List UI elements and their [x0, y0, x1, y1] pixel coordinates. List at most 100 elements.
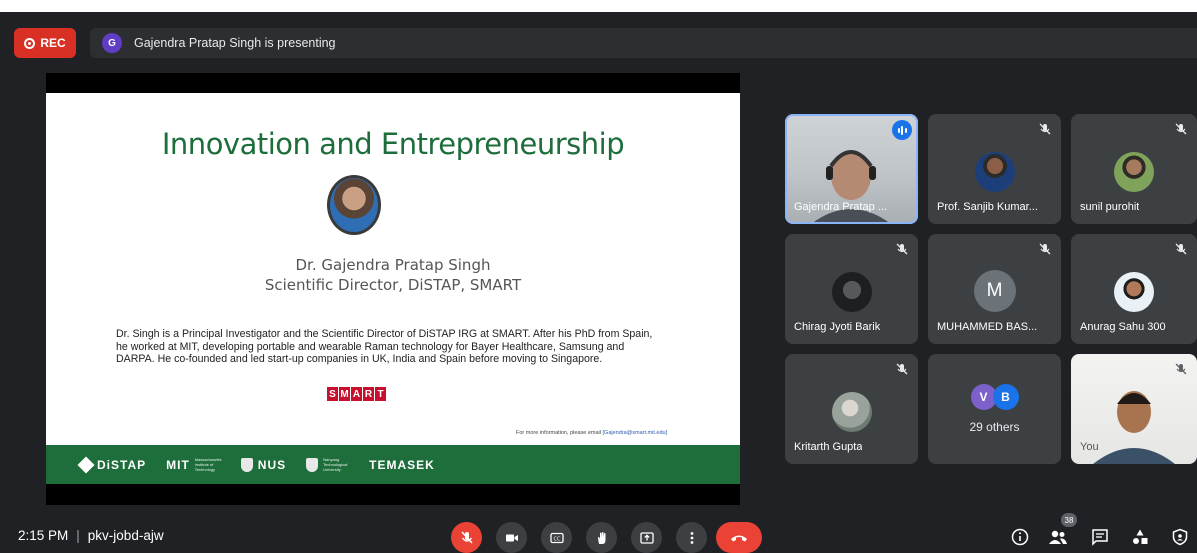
speaker-name: Dr. Gajendra Pratap Singh — [295, 256, 491, 274]
contact-email: [Gajendra@smart.mit.edu] — [602, 430, 668, 436]
participant-name: Kritarth Gupta — [794, 441, 863, 453]
present-icon — [639, 531, 654, 544]
participant-tile-anurag[interactable]: Anurag Sahu 300 — [1071, 234, 1197, 344]
smart-logo: S M A R T — [327, 387, 386, 401]
others-count-label: 29 others — [969, 420, 1020, 434]
record-icon — [24, 37, 36, 49]
contact-note: For more information, please email [Gaje… — [516, 430, 667, 436]
smart-logo-letter: R — [363, 387, 374, 401]
leave-call-button[interactable] — [716, 522, 762, 553]
camera-icon — [505, 534, 518, 541]
ntu-crest-icon — [306, 457, 319, 472]
participant-avatar — [831, 392, 872, 432]
nus-crest-icon — [240, 457, 253, 472]
mit-label: MIT — [166, 457, 190, 472]
participant-name: Chirag Jyoti Barik — [794, 321, 881, 333]
captions-icon: CC — [549, 532, 564, 543]
smart-logo-letter: T — [375, 387, 386, 401]
top-edge — [0, 0, 1197, 12]
more-options-icon — [690, 531, 693, 544]
host-controls-icon — [1172, 528, 1188, 546]
distap-logo: DiSTAP — [77, 456, 147, 473]
meeting-info: 2:15 PM | pkv-jobd-ajw — [18, 528, 164, 543]
svg-text:CC: CC — [553, 536, 560, 542]
recording-badge[interactable]: REC — [14, 28, 76, 58]
more-options-button[interactable] — [676, 522, 707, 553]
participant-tile-chirag[interactable]: Chirag Jyoti Barik — [785, 234, 918, 344]
partner-logo-strip: DiSTAP MIT Massachusetts Institute of Te… — [46, 445, 740, 484]
speaker-photo — [327, 175, 381, 235]
current-time: 2:15 PM — [18, 528, 69, 543]
info-separator: | — [76, 528, 80, 543]
mic-off-icon — [896, 243, 908, 255]
speaker-bio: Dr. Singh is a Principal Investigator an… — [116, 328, 653, 366]
mit-logo: MIT Massachusetts Institute of Technolog… — [166, 457, 221, 472]
meeting-code: pkv-jobd-ajw — [87, 528, 164, 543]
participant-name: sunil purohit — [1080, 201, 1140, 213]
presenter-avatar: G — [102, 33, 122, 53]
speaking-indicator-icon — [892, 120, 912, 140]
chat-button[interactable] — [1090, 527, 1110, 547]
mic-off-icon — [460, 530, 473, 544]
presenting-text: Gajendra Pratap Singh is presenting — [134, 36, 336, 50]
participant-tile-sanjib[interactable]: Prof. Sanjib Kumar... — [928, 114, 1061, 224]
people-count-badge: 38 — [1061, 513, 1077, 527]
present-now-button[interactable] — [631, 522, 662, 553]
raise-hand-button[interactable] — [586, 522, 617, 553]
meeting-details-button[interactable] — [1010, 527, 1030, 547]
temasek-label: TEMASEK — [369, 457, 435, 472]
participant-name: Anurag Sahu 300 — [1080, 321, 1166, 333]
participant-tile-others[interactable]: V B 29 others — [928, 354, 1061, 464]
captions-button[interactable]: CC — [541, 522, 572, 553]
mic-off-icon — [1039, 243, 1051, 255]
participant-avatar — [831, 272, 872, 312]
smart-logo-letter: A — [351, 387, 362, 401]
distap-diamond-icon — [77, 456, 95, 473]
smart-logo-letter: M — [339, 387, 350, 401]
participant-name: Prof. Sanjib Kumar... — [937, 201, 1038, 213]
mic-off-icon — [1039, 123, 1051, 135]
contact-prefix: For more information, please email — [516, 430, 601, 436]
mic-toggle-button[interactable] — [451, 522, 482, 553]
participant-tile-sunil[interactable]: sunil purohit — [1071, 114, 1197, 224]
participant-avatar — [974, 152, 1015, 192]
temasek-logo: TEMASEK — [369, 458, 435, 472]
participant-name: Gajendra Pratap ... — [794, 201, 887, 213]
others-avatar: B — [992, 384, 1019, 410]
info-icon — [1011, 528, 1029, 546]
mic-off-icon — [1175, 123, 1187, 135]
presentation-view[interactable]: Innovation and Entrepreneurship Dr. Gaje… — [46, 73, 740, 505]
participant-tile-kritarth[interactable]: Kritarth Gupta — [785, 354, 918, 464]
mic-off-icon — [1175, 363, 1187, 375]
participant-tile-muhammed[interactable]: M MUHAMMED BAS... — [928, 234, 1061, 344]
recording-label: REC — [40, 36, 66, 50]
slide-title: Innovation and Entrepreneurship — [161, 127, 625, 161]
speaker-role: Scientific Director, DiSTAP, SMART — [264, 276, 522, 294]
raise-hand-icon — [597, 531, 605, 544]
people-icon — [1049, 530, 1067, 544]
chat-icon — [1092, 529, 1108, 546]
ntu-sub-label: Nanyang Technological University — [323, 457, 348, 472]
activities-button[interactable] — [1130, 527, 1150, 547]
mit-sub-label: Massachusetts Institute of Technology — [194, 457, 222, 472]
ntu-logo: Nanyang Technological University — [306, 457, 349, 472]
slide: Innovation and Entrepreneurship Dr. Gaje… — [46, 93, 740, 484]
distap-label: DiSTAP — [97, 457, 147, 472]
host-controls-button[interactable] — [1170, 527, 1190, 547]
participant-avatar: M — [973, 270, 1016, 312]
activities-icon — [1133, 529, 1148, 544]
camera-toggle-button[interactable] — [496, 522, 527, 553]
smart-logo-letter: S — [327, 387, 338, 401]
end-call-icon — [731, 535, 747, 541]
participant-tile-you[interactable]: You — [1071, 354, 1197, 464]
participant-name: You — [1080, 441, 1099, 453]
others-avatars: V B — [970, 384, 1019, 410]
participant-tile-gajendra[interactable]: Gajendra Pratap ... — [785, 114, 918, 224]
nus-logo: NUS — [240, 457, 287, 472]
participant-avatar — [1114, 272, 1154, 312]
nus-label: NUS — [257, 457, 287, 472]
mic-off-icon — [1175, 243, 1187, 255]
people-button[interactable] — [1048, 527, 1068, 547]
presenting-banner: G Gajendra Pratap Singh is presenting — [90, 28, 1197, 58]
participant-avatar — [1114, 152, 1154, 192]
